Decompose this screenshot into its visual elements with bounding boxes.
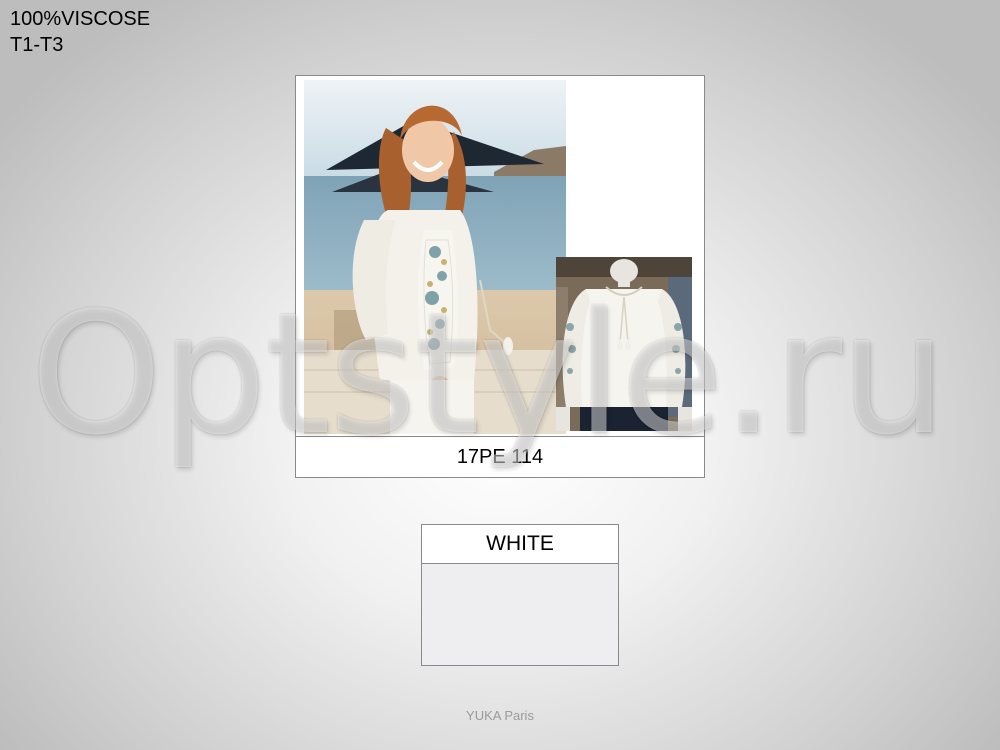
product-spec: 100%VISCOSE T1-T3	[10, 6, 150, 58]
product-card: 17PE 114	[295, 75, 705, 478]
brand-footer: YUKA Paris	[466, 708, 534, 723]
model-photo	[304, 80, 566, 434]
color-card: WHITE	[421, 524, 619, 666]
material-label: 100%VISCOSE	[10, 8, 151, 30]
mannequin-photo	[556, 257, 692, 431]
model-code: 17PE 114	[296, 436, 704, 477]
color-name: WHITE	[422, 525, 618, 564]
color-swatch	[422, 564, 618, 665]
size-range-label: T1-T3	[10, 34, 64, 56]
